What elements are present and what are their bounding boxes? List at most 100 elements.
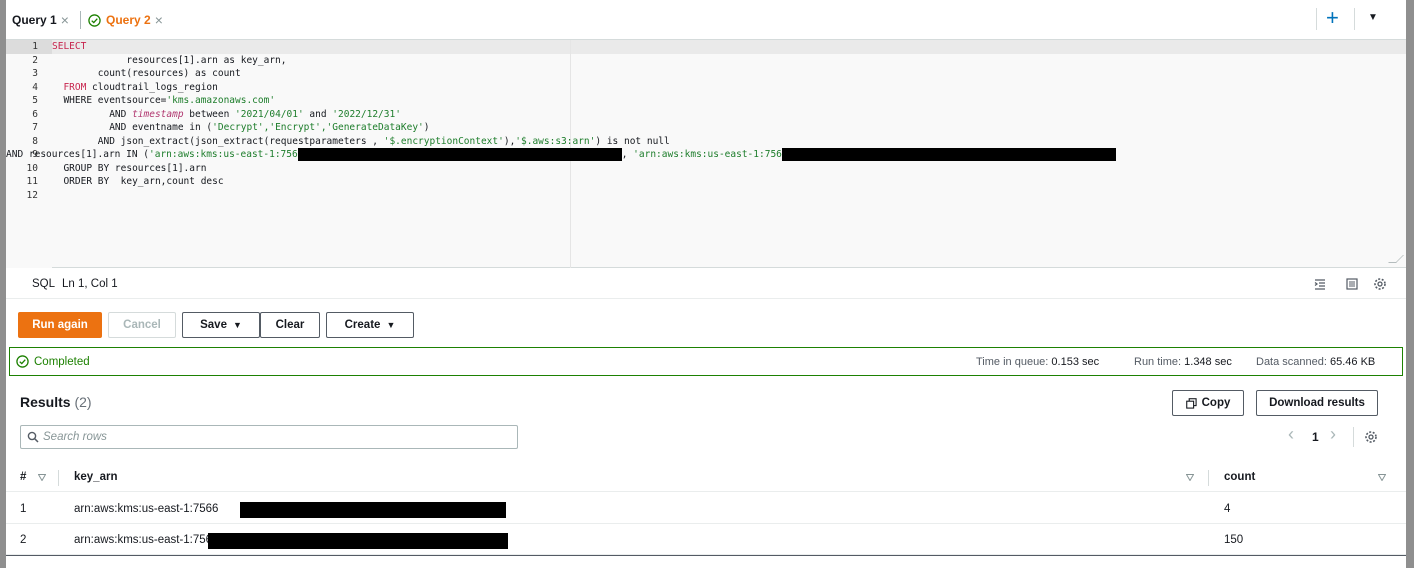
column-header-count[interactable]: count: [1224, 471, 1255, 483]
table-row[interactable]: 1 arn:aws:kms:us-east-1:7566 4: [6, 493, 1406, 524]
prev-page-button[interactable]: ‹: [1288, 424, 1294, 445]
code-text: AND resources[1].arn IN (: [6, 149, 149, 160]
code-text: cloudtrail_logs_region: [86, 81, 218, 93]
tab-query-1[interactable]: Query 1 ×: [12, 0, 69, 40]
code-line: resources[1].arn as key_arn,: [52, 54, 287, 66]
page-number[interactable]: 1: [1312, 430, 1319, 444]
status-text: Completed: [34, 355, 90, 368]
redaction-block: [297, 148, 622, 161]
toolbar-divider: [1316, 8, 1317, 30]
line-number: 10: [26, 162, 38, 174]
add-query-tab-button[interactable]: +: [1326, 7, 1339, 29]
cancel-button[interactable]: Cancel: [108, 312, 176, 338]
language-indicator: SQL: [32, 278, 56, 290]
column-header-key-arn[interactable]: key_arn: [74, 471, 117, 483]
copy-button[interactable]: Copy: [1172, 390, 1244, 416]
results-count: (2): [74, 394, 92, 410]
results-table-header: # key_arn count: [6, 462, 1406, 492]
table-row[interactable]: 2 arn:aws:kms:us-east-1:7566 150: [6, 524, 1406, 555]
code-line: AND timestamp between '2021/04/01' and '…: [52, 108, 1406, 122]
sort-icon[interactable]: [1186, 474, 1194, 481]
code-text: ): [423, 122, 430, 133]
code-text: ),: [503, 135, 516, 147]
next-page-button[interactable]: ›: [1330, 424, 1336, 445]
cell-key-arn: arn:aws:kms:us-east-1:7566: [74, 534, 219, 546]
sql-editor[interactable]: 1 2 3 4 5 6 7 8 9 10 11 12 SELECT resour…: [6, 40, 1406, 268]
create-button[interactable]: Create ▼: [326, 312, 414, 338]
sort-icon[interactable]: [38, 474, 46, 481]
sort-icon[interactable]: [1378, 474, 1386, 481]
format-query-icon[interactable]: [1313, 277, 1327, 291]
line-number: 5: [32, 95, 38, 106]
string-literal: 'arn:aws:kms:us-east-1:756: [149, 149, 298, 160]
clear-button[interactable]: Clear: [260, 312, 320, 338]
results-title: Results: [20, 394, 71, 410]
gear-icon[interactable]: [1373, 277, 1387, 291]
cell-count: 150: [1224, 534, 1244, 546]
code-line: WHERE eventsource='kms.amazonaws.com': [52, 94, 1406, 108]
copy-label: Copy: [1201, 397, 1231, 409]
line-number: 2: [32, 54, 38, 66]
reserved-identifier: timestamp: [132, 108, 184, 120]
line-number: 3: [32, 68, 38, 79]
stat-value: 65.46 KB: [1330, 356, 1376, 368]
editor-status-bar: SQL Ln 1, Col 1: [6, 269, 1406, 299]
stat-label: Time in queue:: [976, 356, 1049, 368]
line-number: 1: [6, 40, 52, 54]
chevron-down-icon: ▼: [386, 320, 396, 330]
download-results-button[interactable]: Download results: [1256, 390, 1378, 416]
athena-query-editor: Query 1 × Query 2 × + ▼ 1 2 3 4 5 6 7 8 …: [6, 0, 1406, 568]
cell-index: 1: [20, 503, 27, 515]
redaction-block: [208, 533, 508, 549]
string-literal: 'arn:aws:kms:us-east-1:756: [633, 149, 782, 160]
code-text: ,: [621, 149, 634, 160]
close-icon[interactable]: ×: [155, 12, 163, 28]
redaction-block: [781, 148, 1116, 161]
code-line: FROM cloudtrail_logs_region: [52, 81, 1406, 95]
line-number: 12: [26, 189, 38, 201]
column-divider[interactable]: [1208, 470, 1209, 486]
cell-count: 4: [1224, 503, 1231, 515]
tab-label: Query 2: [106, 13, 151, 27]
string-literal: '2021/04/01': [235, 108, 304, 120]
code-line: AND eventname in ('Decrypt','Encrypt','G…: [52, 121, 1406, 135]
stat-value: 0.153 sec: [1051, 356, 1100, 368]
column-header-index[interactable]: #: [20, 471, 26, 483]
code-text: and: [303, 108, 333, 120]
search-rows-field[interactable]: [20, 425, 518, 449]
line-number: 7: [32, 122, 38, 133]
cell-key-arn: arn:aws:kms:us-east-1:7566: [74, 503, 219, 515]
stat-value: 1.348 sec: [1184, 356, 1232, 368]
search-icon: [27, 431, 39, 443]
toolbar-divider: [1354, 8, 1355, 30]
string-literal: '$.encryptionContext': [383, 135, 504, 147]
code-line: GROUP BY resources[1].arn: [52, 162, 207, 174]
string-literal: '2022/12/31': [332, 108, 401, 120]
stat-label: Data scanned:: [1256, 356, 1327, 368]
editor-panel-icon[interactable]: [1345, 277, 1359, 291]
gear-icon[interactable]: [1364, 430, 1378, 444]
time-in-queue: Time in queue: 0.153 sec: [976, 356, 1099, 368]
run-again-button[interactable]: Run again: [18, 312, 102, 338]
status-badge: Completed: [16, 355, 90, 368]
column-divider[interactable]: [58, 470, 59, 486]
save-button[interactable]: Save ▼: [182, 312, 260, 338]
check-circle-icon: [88, 13, 101, 27]
code-line: AND json_extract(json_extract(requestpar…: [52, 135, 1406, 149]
stat-label: Run time:: [1134, 356, 1182, 368]
code-line: AND resources[1].arn IN ('arn:aws:kms:us…: [6, 148, 1406, 162]
chevron-down-icon[interactable]: ▼: [1368, 12, 1378, 23]
string-literal: '$.aws:s3:arn': [515, 135, 596, 147]
line-number: 4: [32, 81, 38, 93]
query-status-bar: Completed Time in queue: 0.153 sec Run t…: [9, 347, 1403, 376]
query-tab-bar: Query 1 × Query 2 × + ▼: [6, 0, 1406, 40]
chevron-down-icon: ▼: [232, 320, 242, 330]
string-literal: 'Decrypt','Encrypt','GenerateDataKey': [212, 122, 424, 133]
code-text: ) is not null: [595, 135, 670, 147]
resize-handle[interactable]: [1388, 255, 1404, 263]
search-input[interactable]: [43, 428, 503, 446]
code-text: WHERE eventsource=: [52, 95, 167, 106]
close-icon[interactable]: ×: [61, 12, 69, 28]
code-text: between: [183, 108, 236, 120]
tab-query-2[interactable]: Query 2 ×: [88, 0, 163, 40]
